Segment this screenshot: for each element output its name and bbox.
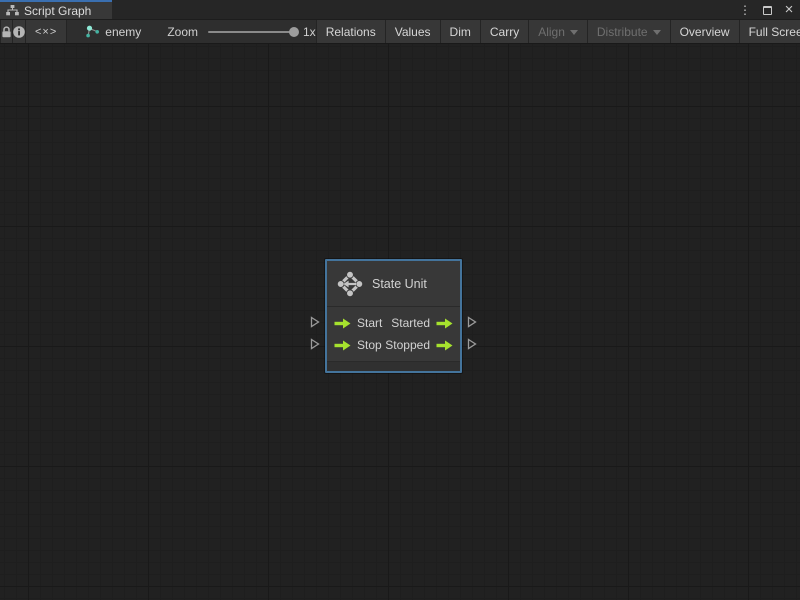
window-menu-icon[interactable]: ⋮ xyxy=(738,2,752,18)
lock-button[interactable] xyxy=(0,20,13,43)
port-row: Start Started xyxy=(327,312,460,334)
values-button[interactable]: Values xyxy=(385,20,441,43)
zoom-label: Zoom xyxy=(167,24,198,39)
input-port-start[interactable]: Start xyxy=(334,316,382,330)
maximize-icon[interactable] xyxy=(760,2,774,18)
tab-script-graph[interactable]: Script Graph xyxy=(0,0,112,19)
relations-button[interactable]: Relations xyxy=(315,20,386,43)
tab-title: Script Graph xyxy=(24,3,92,18)
overview-button[interactable]: Overview xyxy=(670,20,740,43)
code-preview-toggle-button[interactable]: <×> xyxy=(26,20,68,43)
node-ports: Start Started Stop Stopped xyxy=(327,307,460,362)
script-graph-window: Script Graph ⋮ × <×> enemy Zoom 1x Relat… xyxy=(0,0,800,600)
toolbar-right-group: Relations Values Dim Carry Align Distrib… xyxy=(315,20,800,43)
node-title: State Unit xyxy=(372,276,427,291)
external-output-port-started[interactable] xyxy=(467,316,477,328)
close-icon[interactable]: × xyxy=(782,2,796,18)
window-controls: ⋮ × xyxy=(738,0,796,20)
port-arrow-icon xyxy=(334,340,351,350)
output-port-stopped[interactable]: Stopped xyxy=(385,338,453,352)
carry-button[interactable]: Carry xyxy=(480,20,530,43)
external-output-port-stopped[interactable] xyxy=(467,338,477,350)
dim-button[interactable]: Dim xyxy=(440,20,481,43)
external-input-port-stop[interactable] xyxy=(310,338,320,350)
full-screen-button[interactable]: Full Screen xyxy=(739,20,800,43)
align-button: Align xyxy=(529,20,588,43)
state-unit-icon xyxy=(337,270,363,297)
graph-breadcrumb[interactable]: enemy xyxy=(85,20,141,43)
external-input-port-start[interactable] xyxy=(310,316,320,328)
graph-network-icon xyxy=(85,25,100,38)
info-button[interactable] xyxy=(13,20,26,43)
chevron-down-icon xyxy=(569,29,578,35)
state-unit-node[interactable]: State Unit Start Started Stop Stopped xyxy=(325,259,462,373)
graph-hierarchy-icon xyxy=(6,5,19,16)
zoom-slider-handle[interactable] xyxy=(289,26,299,37)
lock-icon xyxy=(1,25,12,38)
info-icon xyxy=(13,25,25,38)
port-arrow-icon xyxy=(436,318,453,328)
zoom-value: 1x xyxy=(303,24,316,39)
node-footer xyxy=(327,362,460,371)
graph-name-label: enemy xyxy=(105,24,142,39)
port-arrow-icon xyxy=(436,340,453,350)
graph-canvas[interactable]: State Unit Start Started Stop Stopped xyxy=(0,44,800,600)
port-arrow-icon xyxy=(334,318,351,328)
graph-toolbar: <×> enemy Zoom 1x Relations Values Dim C… xyxy=(0,20,800,44)
output-port-started[interactable]: Started xyxy=(391,316,453,330)
tab-bar: Script Graph ⋮ × xyxy=(0,0,800,20)
zoom-slider[interactable] xyxy=(208,26,299,37)
chevron-down-icon xyxy=(652,29,661,35)
port-row: Stop Stopped xyxy=(327,334,460,356)
input-port-stop[interactable]: Stop xyxy=(334,338,382,352)
distribute-button: Distribute xyxy=(587,20,671,43)
node-header[interactable]: State Unit xyxy=(327,261,460,307)
zoom-control: Zoom 1x xyxy=(167,20,315,43)
